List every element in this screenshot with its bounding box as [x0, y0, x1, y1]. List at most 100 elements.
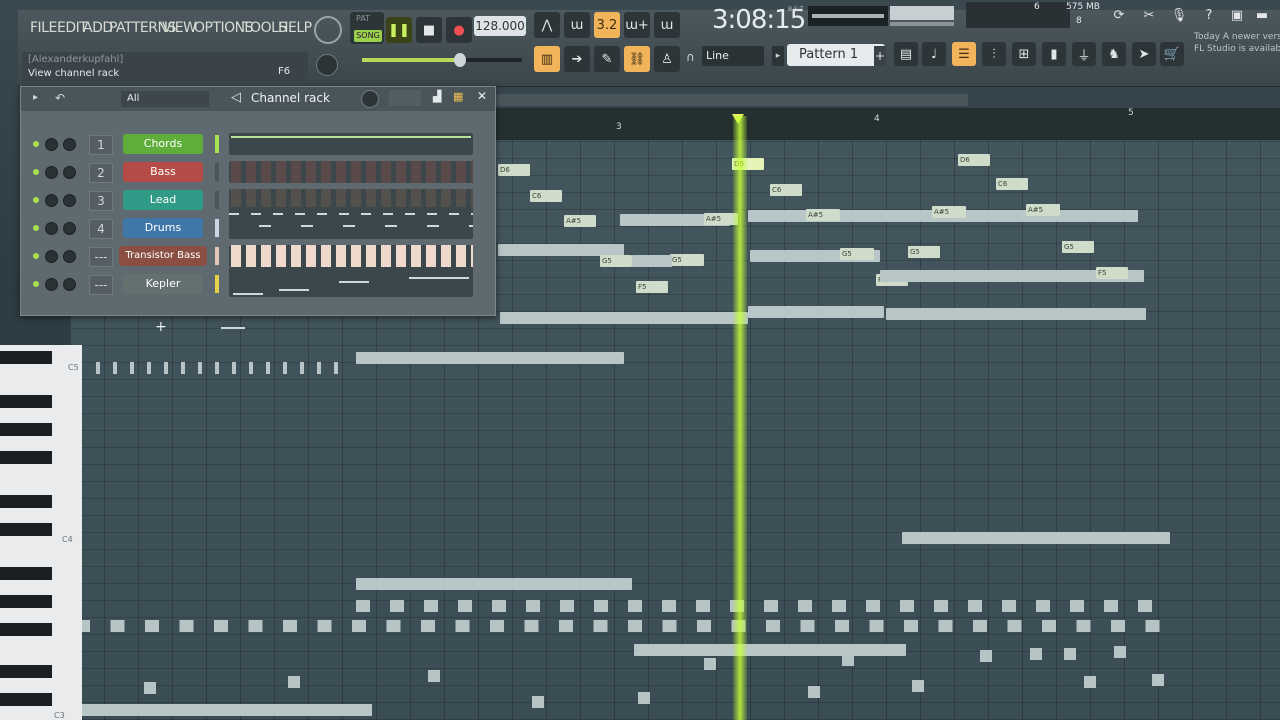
volume-knob[interactable] [63, 194, 76, 207]
note[interactable]: C6 [996, 178, 1028, 190]
shop-button[interactable]: 🛒 [1160, 42, 1184, 66]
mixer-track-number[interactable]: 4 [89, 219, 113, 239]
channel-button-kepler[interactable]: Kepler [123, 274, 203, 294]
menu-help[interactable]: HELP [278, 20, 312, 36]
channel-select-bar[interactable] [215, 163, 219, 181]
volume-knob[interactable] [63, 222, 76, 235]
close-button[interactable]: ▬ [1252, 2, 1272, 28]
snap-select[interactable]: Line [702, 46, 764, 66]
mute-led[interactable] [33, 197, 39, 203]
note[interactable]: A#5 [1026, 204, 1060, 216]
note[interactable] [912, 680, 924, 692]
note[interactable] [356, 578, 632, 590]
note[interactable] [532, 696, 544, 708]
note[interactable]: D6 [958, 154, 990, 166]
mixer-track-number[interactable]: 2 [89, 163, 113, 183]
rack-scrollbar[interactable] [221, 327, 245, 329]
black-key[interactable] [0, 423, 52, 436]
channel-select-bar[interactable] [215, 219, 219, 237]
master-volume-handle[interactable] [454, 53, 466, 67]
song-mode-label[interactable]: SONG [354, 30, 382, 42]
note[interactable]: G5 [1062, 241, 1094, 253]
note[interactable] [1030, 648, 1042, 660]
black-key[interactable] [0, 495, 52, 508]
loop-record-button[interactable]: ɯ [654, 12, 680, 38]
typing-keyboard-button[interactable]: ▥ [534, 46, 560, 72]
browser-button[interactable]: ⊞ [1012, 42, 1036, 66]
menu-file[interactable]: FILE [30, 20, 57, 36]
mixer-track-number[interactable]: --- [89, 247, 113, 267]
note[interactable] [632, 255, 672, 267]
channel-button-bass[interactable]: Bass [123, 162, 203, 182]
plugin-button[interactable]: ⏚ [1072, 42, 1096, 66]
online-button[interactable]: ⟳ [1106, 2, 1132, 28]
cut-button[interactable]: ✂ [1136, 2, 1162, 28]
channel-button-lead[interactable]: Lead [123, 190, 203, 210]
close-icon[interactable]: ✕ [477, 89, 487, 103]
note[interactable]: G5 [908, 246, 940, 258]
black-key[interactable] [0, 693, 52, 706]
note[interactable]: F5 [636, 281, 668, 293]
note-ticks[interactable] [96, 362, 346, 374]
graph-editor-icon[interactable]: ▟ [433, 90, 441, 103]
note[interactable] [144, 682, 156, 694]
black-key[interactable] [0, 395, 52, 408]
add-channel-button[interactable]: + [155, 319, 167, 335]
pan-knob[interactable] [45, 166, 58, 179]
menu-view[interactable]: VIEW [162, 20, 197, 36]
note[interactable]: C6 [530, 190, 562, 202]
step-grid-chords[interactable] [229, 133, 473, 155]
note[interactable]: G5 [670, 254, 704, 266]
touch-controller-button[interactable]: ♞ [1102, 42, 1126, 66]
black-key[interactable] [0, 665, 52, 678]
note[interactable]: G5 [600, 255, 632, 267]
volume-knob[interactable] [63, 138, 76, 151]
note[interactable] [500, 312, 748, 324]
step-sequencer-icon[interactable]: ▦ [453, 90, 463, 103]
pan-knob[interactable] [45, 250, 58, 263]
undo-icon[interactable]: ↶ [55, 91, 65, 105]
wait-record-button[interactable]: ɯ [564, 12, 590, 38]
tempo-display[interactable]: 128.000 [474, 16, 526, 36]
note[interactable] [902, 532, 1170, 544]
mixer-button[interactable]: ⫶ [982, 42, 1006, 66]
steps-counter[interactable] [389, 90, 421, 106]
mute-led[interactable] [33, 253, 39, 259]
channel-button-chords[interactable]: Chords [123, 134, 203, 154]
mixer-track-number[interactable]: --- [89, 275, 113, 295]
step-edit-button[interactable]: ɯ+ [624, 12, 650, 38]
note[interactable] [1114, 646, 1126, 658]
pattern-prev-arrow[interactable]: ▸ [772, 46, 784, 66]
volume-knob[interactable] [63, 278, 76, 291]
channel-rack-header[interactable]: ▸ ↶ All ◁ Channel rack ▟ ▦ ✕ [21, 87, 495, 111]
metronome-button[interactable]: ⋀ [534, 12, 560, 38]
channel-rack-button[interactable]: ☰ [952, 42, 976, 66]
mic-button[interactable]: 🎙 [1166, 2, 1192, 28]
mute-led[interactable] [33, 141, 39, 147]
black-key[interactable] [0, 451, 52, 464]
piano-roll-preview-kepler[interactable] [229, 267, 473, 297]
note[interactable] [428, 670, 440, 682]
mixer-track-number[interactable]: 3 [89, 191, 113, 211]
pattern-selector[interactable]: Pattern 1 [787, 44, 885, 66]
note[interactable]: D6 [498, 164, 530, 176]
piano-roll-button[interactable]: ♩ [922, 42, 946, 66]
piano-roll-preview-drums[interactable] [229, 207, 473, 239]
stamp-button[interactable]: ♙ [654, 46, 680, 72]
note[interactable] [1152, 674, 1164, 686]
channel-select-bar[interactable] [215, 275, 219, 293]
rack-menu-arrow[interactable]: ▸ [33, 92, 38, 103]
step-grid-transistor-bass[interactable] [229, 245, 473, 267]
step-arrow-button[interactable]: ➔ [564, 46, 590, 72]
pan-knob[interactable] [45, 138, 58, 151]
note[interactable] [1064, 648, 1076, 660]
note[interactable] [748, 306, 884, 318]
black-key[interactable] [0, 623, 52, 636]
stop-button[interactable]: ■ [416, 17, 442, 43]
black-key[interactable] [0, 523, 52, 536]
note[interactable] [634, 644, 906, 656]
note[interactable]: G5 [840, 248, 874, 260]
news-panel[interactable]: Today A newer vers FL Studio is availab [1190, 30, 1280, 60]
black-key[interactable] [0, 351, 52, 364]
pan-knob[interactable] [45, 194, 58, 207]
